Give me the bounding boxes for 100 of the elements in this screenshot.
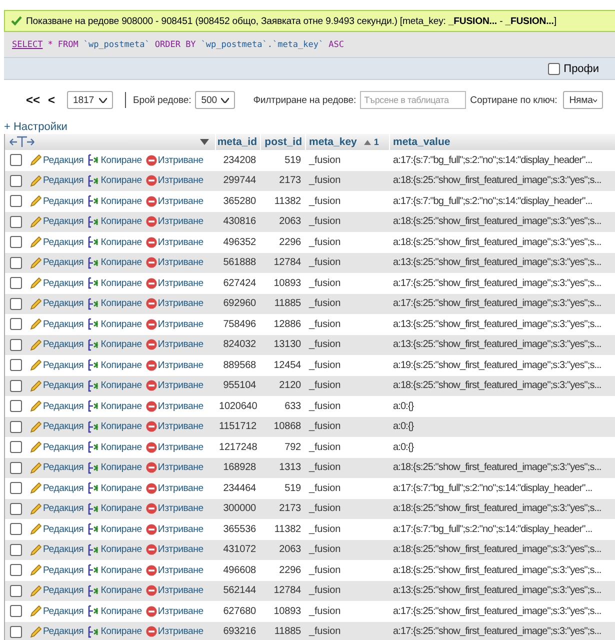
row-checkbox[interactable] xyxy=(10,400,22,412)
copy-link[interactable]: Копиране xyxy=(88,298,142,310)
copy-link[interactable]: Копиране xyxy=(88,216,142,228)
delete-link[interactable]: Изтриване xyxy=(146,298,204,310)
delete-link[interactable]: Изтриване xyxy=(146,482,204,494)
row-checkbox[interactable] xyxy=(10,216,22,228)
page-select[interactable]: 1817 xyxy=(67,91,114,109)
edit-link[interactable]: Редакция xyxy=(30,195,84,208)
copy-link[interactable]: Копиране xyxy=(88,174,142,187)
delete-link[interactable]: Изтриване xyxy=(146,400,204,412)
edit-link[interactable]: Редакция xyxy=(30,482,84,494)
edit-link[interactable]: Редакция xyxy=(30,318,84,330)
delete-link[interactable]: Изтриване xyxy=(146,503,204,514)
edit-link[interactable]: Редакция xyxy=(30,298,84,310)
copy-link[interactable]: Копиране xyxy=(88,256,142,269)
row-checkbox[interactable] xyxy=(10,256,22,269)
copy-link[interactable]: Копиране xyxy=(88,318,142,330)
row-checkbox[interactable] xyxy=(10,441,22,454)
edit-link[interactable]: Редакция xyxy=(30,462,84,474)
edit-link[interactable]: Редакция xyxy=(30,277,84,290)
copy-link[interactable]: Копиране xyxy=(88,544,142,556)
delete-link[interactable]: Изтриване xyxy=(146,196,204,207)
edit-link[interactable]: Редакция xyxy=(30,626,84,638)
delete-link[interactable]: Изтриване xyxy=(146,236,204,248)
row-checkbox[interactable] xyxy=(10,277,22,290)
edit-link[interactable]: Редакция xyxy=(30,544,84,556)
row-checkbox[interactable] xyxy=(10,298,22,310)
delete-link[interactable]: Изтриване xyxy=(146,564,204,576)
previous-page-button[interactable]: < xyxy=(44,93,60,107)
row-checkbox[interactable] xyxy=(10,420,22,433)
row-checkbox[interactable] xyxy=(10,338,22,351)
first-page-button[interactable]: << xyxy=(22,93,44,107)
dropdown-arrow-icon[interactable] xyxy=(200,139,209,145)
copy-link[interactable]: Копиране xyxy=(88,154,142,166)
edit-link[interactable]: Редакция xyxy=(30,605,84,618)
edit-link[interactable]: Редакция xyxy=(30,584,84,597)
column-resize-icon[interactable] xyxy=(9,136,35,148)
edit-link[interactable]: Редакция xyxy=(30,154,84,166)
copy-link[interactable]: Копиране xyxy=(88,338,142,351)
edit-link[interactable]: Редакция xyxy=(30,174,84,187)
profiling-checkbox[interactable]: Профи xyxy=(548,62,599,74)
row-checkbox[interactable] xyxy=(10,236,22,248)
row-checkbox[interactable] xyxy=(10,154,22,166)
delete-link[interactable]: Изтриване xyxy=(146,544,204,556)
edit-link[interactable]: Редакция xyxy=(30,400,84,412)
delete-link[interactable]: Изтриване xyxy=(146,462,204,474)
row-checkbox[interactable] xyxy=(10,605,22,618)
sort-select[interactable]: Няма xyxy=(563,91,604,109)
edit-link[interactable]: Редакция xyxy=(30,359,84,372)
delete-link[interactable]: Изтриване xyxy=(146,154,204,166)
copy-link[interactable]: Копиране xyxy=(88,584,142,597)
copy-link[interactable]: Копиране xyxy=(88,462,142,474)
edit-link[interactable]: Редакция xyxy=(30,420,84,433)
delete-link[interactable]: Изтриване xyxy=(146,278,204,289)
delete-link[interactable]: Изтриване xyxy=(146,339,204,350)
delete-link[interactable]: Изтриване xyxy=(146,585,204,596)
sql-keyword-link[interactable]: SELECT xyxy=(12,40,43,50)
copy-link[interactable]: Копиране xyxy=(88,400,142,412)
row-checkbox[interactable] xyxy=(10,462,22,474)
row-checkbox[interactable] xyxy=(10,380,22,392)
copy-link[interactable]: Копиране xyxy=(88,482,142,494)
row-checkbox[interactable] xyxy=(10,318,22,330)
row-checkbox[interactable] xyxy=(10,502,22,515)
delete-link[interactable]: Изтриване xyxy=(146,626,204,638)
edit-link[interactable]: Редакция xyxy=(30,216,84,228)
edit-link[interactable]: Редакция xyxy=(30,564,84,576)
delete-link[interactable]: Изтриване xyxy=(146,524,204,535)
delete-link[interactable]: Изтриване xyxy=(146,318,204,330)
copy-link[interactable]: Копиране xyxy=(88,502,142,515)
delete-link[interactable]: Изтриване xyxy=(146,442,204,453)
copy-link[interactable]: Копиране xyxy=(88,626,142,638)
copy-link[interactable]: Копиране xyxy=(88,420,142,433)
delete-link[interactable]: Изтриване xyxy=(146,175,204,186)
row-checkbox[interactable] xyxy=(10,626,22,638)
delete-link[interactable]: Изтриване xyxy=(146,216,204,228)
copy-link[interactable]: Копиране xyxy=(88,441,142,454)
row-checkbox[interactable] xyxy=(10,359,22,372)
row-checkbox[interactable] xyxy=(10,174,22,187)
copy-link[interactable]: Копиране xyxy=(88,359,142,372)
settings-link[interactable]: + Настройки xyxy=(4,120,68,134)
row-checkbox[interactable] xyxy=(10,584,22,597)
copy-link[interactable]: Копиране xyxy=(88,605,142,618)
row-checkbox[interactable] xyxy=(10,523,22,536)
edit-link[interactable]: Редакция xyxy=(30,256,84,269)
delete-link[interactable]: Изтриване xyxy=(146,360,204,371)
row-checkbox[interactable] xyxy=(10,195,22,208)
edit-link[interactable]: Редакция xyxy=(30,338,84,351)
copy-link[interactable]: Копиране xyxy=(88,195,142,208)
edit-link[interactable]: Редакция xyxy=(30,502,84,515)
edit-link[interactable]: Редакция xyxy=(30,523,84,536)
row-checkbox[interactable] xyxy=(10,482,22,494)
rows-select[interactable]: 500 xyxy=(195,91,236,109)
delete-link[interactable]: Изтриване xyxy=(146,421,204,432)
row-checkbox[interactable] xyxy=(10,544,22,556)
copy-link[interactable]: Копиране xyxy=(88,564,142,576)
copy-link[interactable]: Копиране xyxy=(88,380,142,392)
edit-link[interactable]: Редакция xyxy=(30,236,84,248)
delete-link[interactable]: Изтриване xyxy=(146,380,204,392)
copy-link[interactable]: Копиране xyxy=(88,236,142,248)
edit-link[interactable]: Редакция xyxy=(30,441,84,454)
